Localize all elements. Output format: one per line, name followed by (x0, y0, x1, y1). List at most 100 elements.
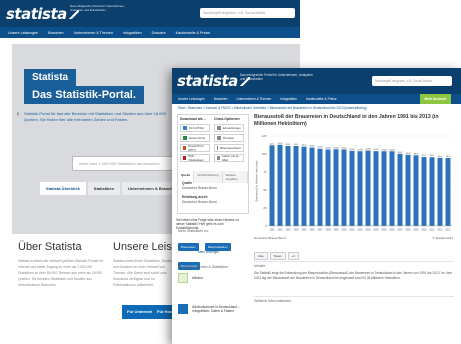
x-tick-label: 2002 (357, 230, 363, 232)
data-label: 111,1 (294, 144, 300, 146)
bar-1996[interactable] (309, 147, 315, 226)
section-text-about: Statista ist eines der weltweit größten … (18, 259, 104, 287)
related-heading: Relevante Themen & Statistiken (178, 265, 228, 269)
section-text-services: Statista bietet Ihnen Statistiken, Studi… (113, 259, 173, 287)
x-tick-label: 2006 (389, 230, 395, 232)
bar-2008[interactable] (405, 154, 411, 226)
x-tick-label: 2005 (381, 230, 387, 232)
divider (254, 296, 454, 297)
bar-2005[interactable] (381, 151, 387, 226)
download-png-button[interactable]: XLS (PNG) (180, 124, 210, 132)
bar-2002[interactable] (357, 151, 363, 226)
data-label: 103,8 (357, 149, 363, 151)
my-account-button[interactable]: Mein Account (419, 94, 451, 104)
data-label: 95,7 (422, 155, 427, 157)
pdf-file-icon (183, 156, 187, 160)
print-button[interactable]: Drucken (214, 134, 244, 142)
nav-infografiken[interactable]: Infografiken (280, 97, 297, 101)
y-tick-label: 25 (263, 206, 267, 210)
email-data-button[interactable]: Daten per E-Mail (214, 154, 244, 162)
y-tick-label: 50 (263, 188, 267, 192)
bar-2000[interactable] (341, 149, 347, 226)
data-label: 107,3 (317, 147, 323, 149)
hero-title: Statista (24, 69, 77, 86)
statista-logo[interactable]: statista (177, 72, 250, 90)
nav-preise[interactable]: Kaufmodelle & Preise (176, 31, 211, 35)
like-button[interactable]: Like (254, 252, 268, 260)
bar-2011[interactable] (429, 157, 435, 226)
bar-2003[interactable] (365, 150, 371, 226)
data-label: 106,6 (333, 147, 339, 149)
section-title-about: Über Statista (18, 241, 82, 253)
data-label: 104,8 (365, 149, 371, 151)
bar-1993[interactable] (285, 146, 291, 226)
data-label: 111,1 (286, 144, 292, 146)
source-label: Quelle (182, 181, 193, 185)
download-ppt-button[interactable]: PowerPoint (PPT) (180, 144, 210, 152)
x-tick-label: 1995 (301, 230, 307, 232)
bar-2012[interactable] (437, 157, 443, 226)
nav-infografiken[interactable]: Infografiken (123, 31, 142, 35)
header-tagline: Das erfolgreiche Portal für Unternehmen,… (70, 4, 125, 12)
bar-2001[interactable] (349, 150, 355, 226)
tab-details[interactable]: Weitere Angaben (222, 171, 248, 183)
related-item[interactable]: Alkoholkonsum in Deutschland – Infografi… (178, 304, 248, 314)
bar-1992[interactable] (277, 144, 283, 226)
bar-1995[interactable] (301, 146, 307, 226)
nav-dossiers[interactable]: Dossiers (152, 31, 166, 35)
related-item[interactable]: Alkohol (178, 273, 248, 283)
data-label: 108,9 (309, 146, 315, 148)
breadcrumb[interactable]: Start > Branchen > Konsum & FMCG > Alkoh… (178, 106, 367, 110)
download-options-panel: Download als ... XLS (PNG) Excel (XLS) P… (177, 114, 249, 214)
bar-chart: Bierausstoß in Millionen Hektolitern 0 25 5… (254, 132, 456, 234)
bar-1999[interactable] (333, 149, 339, 226)
x-tick-label: 1994 (293, 230, 299, 232)
header-bar: statista Das erfolgreiche Portal für Unt… (172, 68, 461, 94)
bar-1997[interactable] (317, 148, 323, 226)
nav-unternehmen[interactable]: Unternehmen & Themen (236, 97, 271, 101)
settings-button[interactable]: Einstellungen (214, 124, 244, 132)
data-label: 95,5 (430, 155, 435, 157)
bar-2007[interactable] (397, 153, 403, 226)
bar-2009[interactable] (413, 155, 419, 226)
x-tick-label: 1998 (325, 230, 331, 232)
statista-logo[interactable]: statista (6, 5, 79, 23)
tab-publication[interactable]: Veröffentlichung (194, 171, 223, 183)
tab-statistiken[interactable]: Statistiken (87, 182, 121, 195)
data-label: 98,1 (414, 153, 419, 155)
show-more-link[interactable]: Mehr anzeigen (198, 250, 219, 254)
chart-copyright: © Statista 2014 (432, 236, 453, 240)
nav-branchen[interactable]: Branchen (48, 31, 63, 35)
nav-leistungen[interactable]: Unsere Leistungen (8, 31, 38, 35)
tweet-button[interactable]: Tweet (269, 252, 286, 260)
share-button[interactable]: Teilen/speichern (214, 144, 244, 152)
data-label: 106,3 (341, 147, 347, 149)
data-label: 112,1 (269, 143, 275, 145)
plus-one-button[interactable]: +1 (287, 252, 299, 260)
bar-2013[interactable] (445, 158, 451, 226)
more-info-heading: Weitere Informationen (254, 299, 292, 303)
search-input[interactable]: Suchbegriff eingeben, z.B. Social Media (372, 76, 452, 86)
data-label: 103,8 (389, 149, 395, 151)
chart-title: Bierausstoß der Brauereien in Deutschlan… (254, 114, 439, 127)
nav-leistungen[interactable]: Unsere Leistungen (178, 97, 205, 101)
download-xls-button[interactable]: Excel (XLS) (180, 134, 210, 142)
nav-branchen[interactable]: Branchen (214, 97, 228, 101)
nav-preise[interactable]: Kaufmodelle & Preise (306, 97, 337, 101)
bar-2004[interactable] (373, 151, 379, 226)
search-input[interactable]: Suchbegriff eingeben, z.B. Social Media (200, 8, 295, 18)
nav-unternehmen[interactable]: Unternehmen & Themen (74, 31, 113, 35)
bar-2006[interactable] (389, 151, 395, 226)
bar-1991[interactable] (269, 145, 275, 226)
tag-brauereien[interactable]: Brauereien (178, 243, 199, 251)
x-tick-label: 1999 (333, 230, 339, 232)
bar-1994[interactable] (293, 146, 299, 226)
bar-2010[interactable] (421, 157, 427, 226)
data-label: 112,8 (277, 143, 283, 145)
bar-1998[interactable] (325, 149, 331, 226)
description-text: Die Statistik zeigt die Entwicklung der … (254, 271, 452, 280)
carousel-prev-icon[interactable]: ‹ (12, 109, 24, 121)
download-pdf-button[interactable]: PDF (Statistiken) (180, 154, 210, 162)
tab-overview[interactable]: Statista Überblick (40, 182, 86, 195)
y-tick-label: 100 (262, 152, 267, 156)
